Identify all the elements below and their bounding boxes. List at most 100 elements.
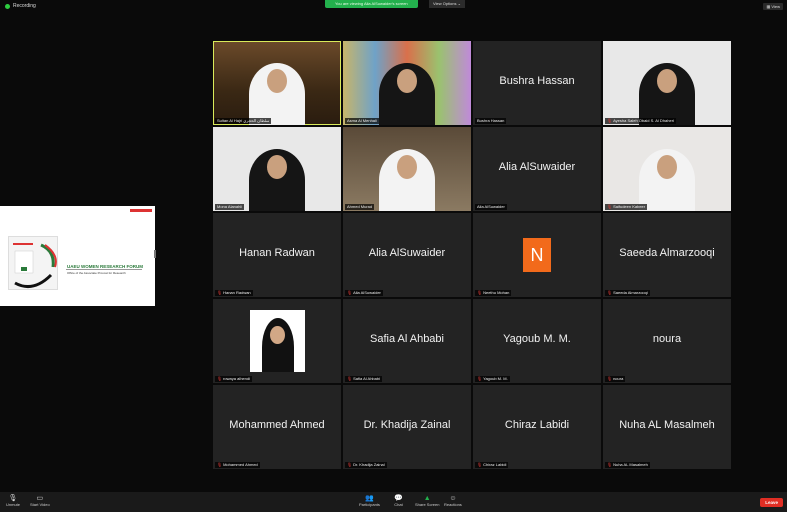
participant-label-text: noura xyxy=(613,376,624,381)
participant-tile[interactable]: 🎙 Saifudeen Kabeer xyxy=(603,127,731,211)
muted-microphone-icon: 🎙 xyxy=(607,290,613,295)
participant-display-name: Bushra Hassan xyxy=(499,75,575,87)
participant-tile[interactable]: Asma Al Menhali xyxy=(343,41,471,125)
unmute-label: Unmute xyxy=(6,502,21,507)
participant-face xyxy=(267,155,287,179)
recording-dot-icon xyxy=(5,3,10,9)
chat-label: Chat xyxy=(394,502,403,507)
forum-badge-image xyxy=(8,236,58,290)
view-options-label: View Options xyxy=(433,1,457,6)
view-button-label: View xyxy=(771,4,780,9)
participant-display-name: Safia Al Ahbabi xyxy=(369,333,444,345)
microphone-muted-icon: 🎙 xyxy=(8,495,18,502)
participant-tile[interactable]: Dr. Khadija Zainal 🎙 Dr. Khadija Zainal xyxy=(343,385,471,469)
resize-handle[interactable] xyxy=(154,250,156,258)
participant-tile[interactable]: Hanan Radwan 🎙 Hanan Radwan xyxy=(213,213,341,297)
participant-tile[interactable]: Nuha AL Masalmeh 🎙 Nuha AL Masalmeh xyxy=(603,385,731,469)
participant-tile[interactable]: Alia AlSuwaider 🎙 Alia AlSuwaider xyxy=(343,213,471,297)
meeting-controls-bar: 🎙 Unmute ▭ Start Video 👥 Participants 💬 … xyxy=(0,492,787,512)
participant-display-name: noura xyxy=(652,333,682,345)
participant-tile[interactable]: Saeeda Almarzooqi 🎙 Saeeda Almarzooqi xyxy=(603,213,731,297)
share-screen-button[interactable]: ▲ Share Screen xyxy=(415,494,440,508)
participant-tile[interactable]: Alia AlSuwaider Alia AlSuwaider xyxy=(473,127,601,211)
participant-name-label: Sultan Al Hajri سلطان الحجري xyxy=(215,118,272,124)
participant-label-text: Yagoub M. M. xyxy=(483,376,508,381)
muted-microphone-icon: 🎙 xyxy=(607,462,613,467)
participant-tile[interactable]: Sultan Al Hajri سلطان الحجري xyxy=(213,41,341,125)
participant-label-text: Mona Alanahli xyxy=(217,204,243,209)
participant-name-label: Asma Al Menhali xyxy=(345,118,379,124)
participant-tile[interactable]: Chiraz Labidi 🎙 Chiraz Labidi xyxy=(473,385,601,469)
participant-display-name: Mohammed Ahmed xyxy=(229,419,325,431)
shared-screen[interactable]: UAEU WOMEN RESEARCH FORUM Office of the … xyxy=(0,206,155,306)
muted-microphone-icon: 🎙 xyxy=(217,462,223,467)
participant-label-text: Alia AlSuwaider xyxy=(477,204,505,209)
participant-avatar: N xyxy=(523,238,551,272)
participant-name-label: 🎙 Chiraz Labidi xyxy=(475,462,509,468)
participant-display-name: Dr. Khadija Zainal xyxy=(363,419,451,431)
participants-button[interactable]: 👥 Participants xyxy=(359,494,380,507)
participant-tile[interactable]: Bushra Hassan Bushra Hassan xyxy=(473,41,601,125)
participants-icon: 👥 xyxy=(365,495,374,502)
participant-name-label: 🎙 Neethu Mohan xyxy=(475,290,512,296)
muted-microphone-icon: 🎙 xyxy=(217,290,223,295)
reactions-button[interactable]: ☺ Reactions xyxy=(444,494,462,508)
grid-icon: ▦ xyxy=(766,4,771,9)
participant-face xyxy=(267,69,287,93)
participant-name-label: Mona Alanahli xyxy=(215,204,245,210)
participant-tile[interactable]: 🎙 rowaya alhendi xyxy=(213,299,341,383)
participant-label-text: Dr. Khadija Zainal xyxy=(353,462,385,467)
recording-indicator[interactable]: Recording xyxy=(5,3,36,9)
muted-microphone-icon: 🎙 xyxy=(607,376,613,381)
participant-display-name: Yagoub M. M. xyxy=(503,333,571,345)
participant-tile[interactable]: 🎙 Ayesha Saleh Obaid S. Al Dhaheri xyxy=(603,41,731,125)
leave-button[interactable]: Leave xyxy=(760,498,783,507)
muted-microphone-icon: 🎙 xyxy=(477,462,483,467)
muted-microphone-icon: 🎙 xyxy=(477,376,483,381)
participant-label-text: Saifudeen Kabeer xyxy=(613,204,646,209)
participant-tile[interactable]: Mohammed Ahmed 🎙 Mohammed Ahmed xyxy=(213,385,341,469)
start-video-button[interactable]: ▭ Start Video xyxy=(30,494,50,507)
chevron-down-icon: ⌄ xyxy=(457,1,461,6)
participant-tile[interactable]: Mona Alanahli xyxy=(213,127,341,211)
participant-name-label: 🎙 Ayesha Saleh Obaid S. Al Dhaheri xyxy=(605,118,676,124)
profile-photo xyxy=(250,310,305,372)
participant-display-name: Saeeda Almarzooqi xyxy=(619,247,715,259)
participant-label-text: rowaya alhendi xyxy=(223,376,250,381)
participant-label-text: Alia AlSuwaider xyxy=(353,290,381,295)
share-screen-icon: ▲ xyxy=(423,494,431,502)
participant-face xyxy=(657,69,677,93)
viewing-screen-banner: You are viewing Alia AlSuwaider's screen xyxy=(325,0,418,8)
chat-button[interactable]: 💬 Chat xyxy=(394,494,403,507)
participant-label-text: Ahmed Murad xyxy=(347,204,373,209)
participant-display-name: Chiraz Labidi xyxy=(504,419,570,431)
participant-name-label: 🎙 Safia Al Ahbabi xyxy=(345,376,382,382)
participant-tile[interactable]: noura 🎙 noura xyxy=(603,299,731,383)
participant-display-name: Hanan Radwan xyxy=(239,247,315,259)
muted-microphone-icon: 🎙 xyxy=(347,462,353,467)
chat-icon: 💬 xyxy=(394,495,403,502)
participant-display-name: Alia AlSuwaider xyxy=(498,161,576,173)
participant-label-text: Hanan Radwan xyxy=(223,290,251,295)
participant-name-label: 🎙 Yagoub M. M. xyxy=(475,376,510,382)
participants-label: Participants xyxy=(359,502,380,507)
share-screen-label: Share Screen xyxy=(415,502,440,507)
participant-tile[interactable]: Ahmed Murad xyxy=(343,127,471,211)
participant-name-label: Alia AlSuwaider xyxy=(475,204,507,210)
participant-gallery: Sultan Al Hajri سلطان الحجري Asma Al Menh… xyxy=(213,41,731,469)
participant-label-text: Chiraz Labidi xyxy=(483,462,507,467)
view-options-button[interactable]: View Options ⌄ xyxy=(429,0,465,8)
participant-name-label: 🎙 Nuha AL Masalmeh xyxy=(605,462,650,468)
participant-tile[interactable]: N 🎙 Neethu Mohan xyxy=(473,213,601,297)
participant-name-label: 🎙 Alia AlSuwaider xyxy=(345,290,383,296)
muted-microphone-icon: 🎙 xyxy=(607,118,613,123)
participant-name-label: 🎙 Saifudeen Kabeer xyxy=(605,204,648,210)
participant-label-text: Saeeda Almarzooqi xyxy=(613,290,648,295)
view-button[interactable]: ▦ View xyxy=(763,3,783,10)
participant-name-label: Ahmed Murad xyxy=(345,204,375,210)
unmute-button[interactable]: 🎙 Unmute xyxy=(6,494,20,507)
muted-microphone-icon: 🎙 xyxy=(477,290,483,295)
participant-tile[interactable]: Safia Al Ahbabi 🎙 Safia Al Ahbabi xyxy=(343,299,471,383)
participant-label-text: Sultan Al Hajri سلطان الحجري xyxy=(217,118,270,123)
participant-tile[interactable]: Yagoub M. M. 🎙 Yagoub M. M. xyxy=(473,299,601,383)
